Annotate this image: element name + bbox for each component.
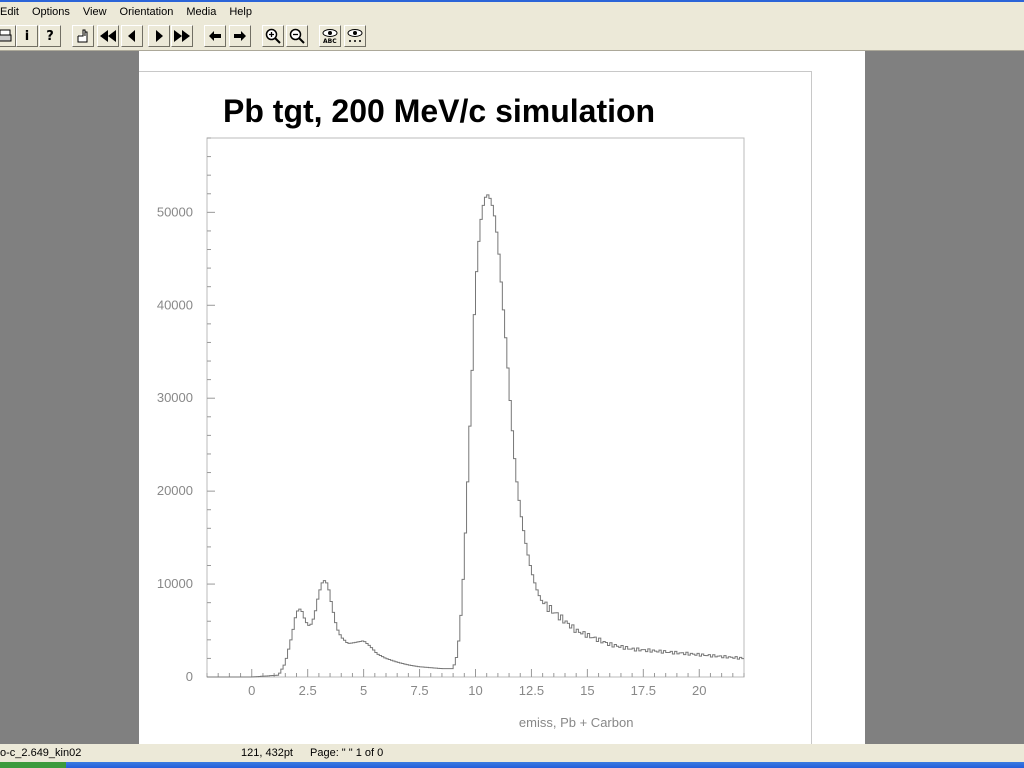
menu-view[interactable]: View [77, 6, 114, 18]
last-page-icon [174, 30, 190, 42]
taskbar [0, 762, 1024, 768]
eye-dots-icon [347, 29, 363, 42]
status-page-info: Page: " " 1 of 0 [310, 747, 384, 759]
zoom-in-button[interactable] [262, 25, 284, 47]
hand-tool-button[interactable] [72, 25, 94, 47]
x-tick-label: 0 [248, 683, 255, 698]
x-tick-label: 7.5 [411, 683, 429, 698]
menu-edit[interactable]: Edit [0, 6, 26, 18]
first-page-icon [100, 30, 116, 42]
zoom-out-icon [289, 28, 305, 44]
x-tick-label: 15 [580, 683, 594, 698]
forward-button[interactable] [229, 25, 251, 47]
prev-page-button[interactable] [121, 25, 143, 47]
y-tick-label: 0 [186, 669, 193, 684]
info-button[interactable]: i [16, 25, 38, 47]
x-axis-label: emiss, Pb + Carbon [519, 715, 634, 730]
x-tick-label: 10 [468, 683, 482, 698]
view-dots-button[interactable] [344, 25, 366, 47]
x-tick-label: 2.5 [299, 683, 317, 698]
next-page-button[interactable] [148, 25, 170, 47]
menu-options[interactable]: Options [26, 6, 77, 18]
toolbar: i ? ABC [0, 22, 1024, 51]
print-icon[interactable] [0, 25, 16, 47]
last-page-button[interactable] [171, 25, 193, 47]
plot-frame [206, 137, 745, 678]
info-icon: i [24, 28, 30, 44]
back-arrow-icon [209, 31, 221, 41]
eye-abc-icon: ABC [322, 29, 338, 44]
help-button[interactable]: ? [39, 25, 61, 47]
first-page-button[interactable] [97, 25, 119, 47]
histogram-series [207, 194, 744, 678]
x-tick-label: 12.5 [519, 683, 544, 698]
menu-help[interactable]: Help [223, 6, 259, 18]
help-icon: ? [46, 28, 54, 44]
y-tick-label: 50000 [157, 204, 193, 219]
menu-orientation[interactable]: Orientation [114, 6, 181, 18]
x-tick-label: 17.5 [631, 683, 656, 698]
view-abc-button[interactable]: ABC [319, 25, 341, 47]
forward-arrow-icon [234, 31, 246, 41]
y-tick-label: 40000 [157, 297, 193, 312]
hand-icon [77, 29, 88, 43]
next-page-icon [156, 30, 163, 42]
status-coords: 121, 432pt [241, 747, 293, 759]
zoom-out-button[interactable] [286, 25, 308, 47]
status-bar: o-c_2.649_kin02 121, 432pt Page: " " 1 o… [0, 744, 1024, 762]
prev-page-icon [128, 30, 135, 42]
x-tick-label: 5 [360, 683, 367, 698]
x-tick-label: 20 [692, 683, 706, 698]
status-filename: o-c_2.649_kin02 [0, 747, 82, 759]
zoom-in-icon [265, 28, 281, 44]
histogram-chart: 0 10000 20000 30000 40000 50000 0 2.5 5 7.5 10 12.5… [157, 137, 745, 730]
svg-text:ABC: ABC [323, 38, 337, 44]
y-tick-label: 30000 [157, 390, 193, 405]
document-page: Pb tgt, 200 MeV/c simulation 0 10000 20000… [139, 51, 865, 744]
start-button[interactable] [0, 762, 66, 768]
y-tick-label: 10000 [157, 576, 193, 591]
menu-bar: Edit Options View Orientation Media Help [0, 2, 1024, 22]
menu-media[interactable]: Media [180, 6, 223, 18]
back-button[interactable] [204, 25, 226, 47]
y-tick-label: 20000 [157, 483, 193, 498]
